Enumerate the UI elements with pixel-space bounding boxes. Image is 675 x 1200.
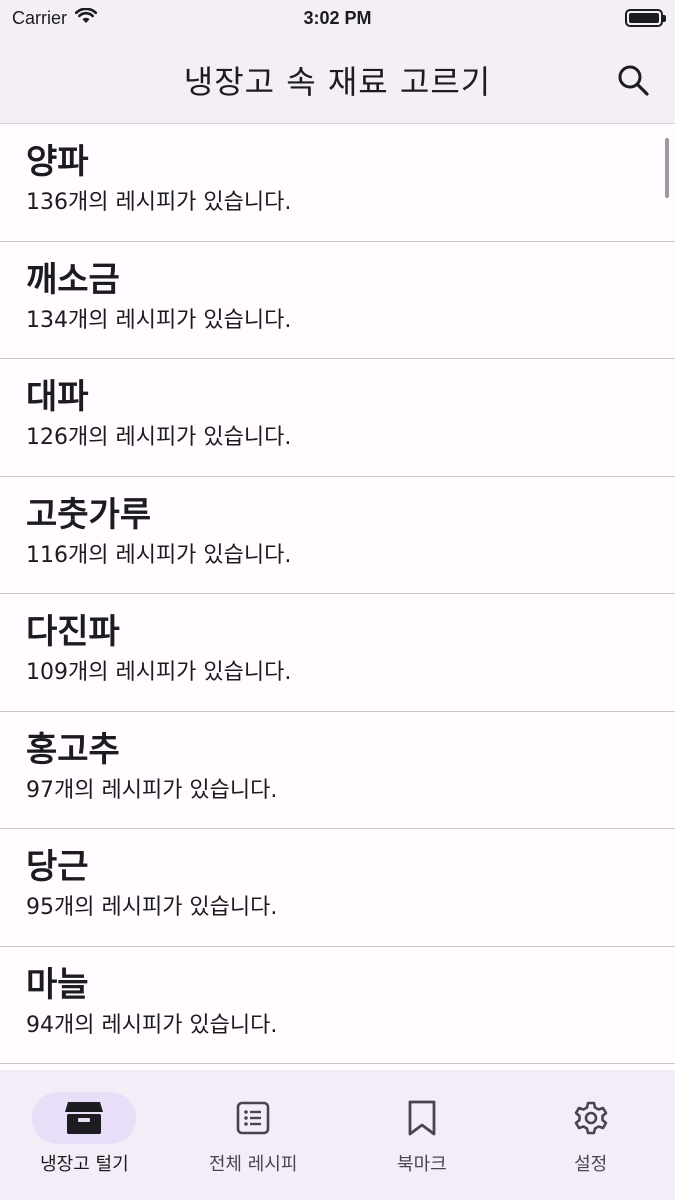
list-item[interactable]: 당근 95개의 레시피가 있습니다. [0, 829, 675, 947]
nav-icon-container [539, 1092, 643, 1144]
bookmark-icon [408, 1100, 436, 1136]
scrollbar[interactable] [665, 138, 669, 198]
nav-label: 전체 레시피 [208, 1154, 298, 1175]
nav-icon-container [201, 1092, 305, 1144]
ingredient-name: 홍고추 [26, 729, 120, 770]
list-item[interactable]: 양파 136개의 레시피가 있습니다. [0, 124, 675, 242]
recipe-count: 126개의 레시피가 있습니다. [26, 425, 292, 450]
nav-item-all-recipes[interactable]: 전체 레시피 [169, 1070, 338, 1200]
list-item[interactable]: 고춧가루 116개의 레시피가 있습니다. [0, 477, 675, 594]
page-title: 냉장고 속 재료 고르기 [183, 62, 492, 101]
recipe-count: 97개의 레시피가 있습니다. [26, 777, 278, 803]
bottom-nav: 냉장고 털기 전체 레시피 북마크 설정 [0, 1070, 675, 1200]
ingredient-name: 마늘 [26, 964, 89, 1005]
list-item[interactable]: 깨소금 134개의 레시피가 있습니다. [0, 242, 675, 359]
nav-label: 냉장고 털기 [40, 1154, 129, 1175]
recipe-count: 134개의 레시피가 있습니다. [26, 307, 292, 333]
gear-icon [574, 1101, 607, 1135]
nav-label: 북마크 [397, 1154, 447, 1175]
ingredient-name: 양파 [26, 142, 89, 182]
nav-item-bookmarks[interactable]: 북마크 [338, 1070, 507, 1200]
ingredient-name: 대파 [26, 377, 89, 417]
nav-item-fridge[interactable]: 냉장고 털기 [0, 1070, 169, 1200]
carrier-label: Carrier [12, 7, 68, 28]
battery-fill [629, 13, 659, 23]
ingredient-name: 다진파 [26, 612, 120, 652]
nav-label: 설정 [574, 1154, 608, 1175]
wifi-icon [74, 7, 98, 29]
ingredient-name: 고춧가루 [26, 494, 152, 535]
list-item[interactable]: 마늘 94개의 레시피가 있습니다. [0, 947, 675, 1064]
list-item[interactable]: 대파 126개의 레시피가 있습니다. [0, 359, 675, 477]
status-bar: Carrier 3:02 PM [0, 0, 675, 36]
status-time: 3:02 PM [303, 7, 372, 28]
nav-item-settings[interactable]: 설정 [506, 1070, 675, 1200]
recipe-count: 116개의 레시피가 있습니다. [26, 542, 292, 568]
list-item[interactable]: 홍고추 97개의 레시피가 있습니다. [0, 712, 675, 829]
nav-active-indicator [32, 1092, 137, 1144]
battery-icon [625, 9, 666, 27]
recipe-count: 136개의 레시피가 있습니다. [26, 190, 292, 215]
ingredient-list[interactable]: 양파 136개의 레시피가 있습니다. 깨소금 134개의 레시피가 있습니다.… [0, 124, 675, 1070]
recipe-count: 94개의 레시피가 있습니다. [26, 1012, 278, 1038]
ingredient-name: 당근 [26, 847, 89, 887]
search-icon [618, 65, 649, 96]
search-button[interactable] [609, 56, 657, 104]
nav-icon-container [370, 1092, 474, 1144]
recipe-count: 109개의 레시피가 있습니다. [26, 660, 292, 685]
list-item[interactable]: 다진파 109개의 레시피가 있습니다. [0, 594, 675, 712]
app-bar: 냉장고 속 재료 고르기 [0, 36, 675, 124]
recipe-count: 95개의 레시피가 있습니다. [26, 895, 278, 920]
status-left: Carrier [12, 7, 192, 29]
inventory-box-icon [65, 1102, 104, 1134]
ingredient-name: 깨소금 [26, 259, 120, 300]
status-right [483, 9, 666, 27]
list-icon [236, 1101, 270, 1135]
